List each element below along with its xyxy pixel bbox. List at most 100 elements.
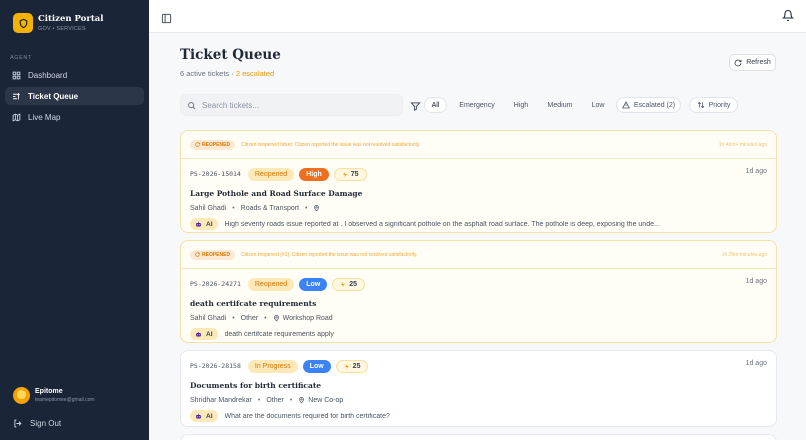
ai-summary-text: death certifcate requirements apply — [224, 330, 334, 338]
reopened-tag: REOPENED — [190, 249, 236, 260]
ai-badge: AI — [190, 410, 218, 422]
refresh-icon — [734, 59, 742, 66]
refresh-icon — [195, 252, 200, 257]
ai-summary-text: High severity roads issue reported at . … — [224, 220, 660, 228]
ticket-title[interactable]: Documents for birth certificate — [190, 381, 767, 390]
refresh-icon — [195, 142, 200, 147]
reopened-banner: REOPENED Citizen reopened (#1): Citizen … — [181, 241, 776, 269]
score-badge: 75 — [333, 167, 367, 181]
ticket-location: New Co-op — [308, 396, 344, 404]
lightning-icon — [342, 171, 347, 177]
filter-all[interactable]: All — [424, 97, 447, 113]
ticket-summary: 6 active tickets · 2 escalated — [180, 69, 275, 78]
filter-low[interactable]: Low — [586, 97, 610, 113]
filter-emergency[interactable]: Emergency — [453, 97, 501, 113]
ticket-title[interactable]: Large Pothole and Road Surface Damage — [190, 189, 767, 198]
robot-icon — [196, 331, 201, 337]
sidebar-item-ticket-queue[interactable]: Ticket Queue — [5, 87, 144, 105]
sidebar-section-label: AGENT — [10, 55, 32, 61]
map-icon — [12, 112, 21, 122]
user-profile[interactable]: Epitome teamepitomee@gmail.com — [13, 387, 95, 404]
ticket-card[interactable]: REOPENED Citizen reopened (#1): Citizen … — [180, 240, 777, 343]
ticket-meta: Sahil Ghadi • Roads & Transport • — [190, 204, 767, 212]
avatar — [13, 387, 30, 404]
priority-badge: High — [299, 167, 329, 181]
brand-subtitle: GOV • SERVICES — [38, 26, 86, 32]
ai-summary-row: AI death certifcate requirements apply — [190, 328, 767, 340]
active-count: 6 active tickets — [180, 69, 230, 78]
robot-icon — [196, 221, 201, 227]
brand-title: Citizen Portal — [38, 14, 104, 24]
priority-badge: Low — [302, 359, 331, 373]
reopened-reason: Citizen reopened ticket: Citizen reporte… — [241, 141, 421, 148]
search-icon — [188, 101, 196, 109]
ticket-reporter: Sahil Ghadi — [190, 204, 227, 212]
search-input[interactable] — [202, 100, 392, 110]
sort-priority-button[interactable]: Priority — [689, 97, 738, 113]
ticket-id: PS-2026-24271 — [190, 280, 241, 288]
page-title: Ticket Queue — [180, 47, 281, 63]
refresh-label: Refresh — [746, 59, 771, 66]
ticket-category: Other — [266, 396, 284, 404]
ai-summary-row: AI High severity roads issue reported at… — [190, 218, 767, 230]
ticket-location: Workshop Road — [282, 314, 333, 322]
location-pin-icon — [299, 397, 305, 404]
ticket-card[interactable] — [180, 434, 777, 440]
ticket-time: 1d ago — [745, 360, 767, 367]
location-pin-icon — [273, 315, 279, 322]
sidebar: Citizen Portal GOV • SERVICES AGENT Dash… — [0, 0, 149, 440]
reopened-reason: Citizen reopened (#1): Citizen reported … — [241, 251, 418, 258]
ticket-id: PS-2026-28158 — [190, 362, 241, 370]
user-email: teamepitomee@gmail.com — [35, 397, 95, 403]
filter-escalated[interactable]: Escalated (2) — [616, 97, 681, 113]
escalated-count: 2 escalated — [235, 69, 275, 78]
ticket-time: 1d ago — [745, 168, 767, 175]
sidebar-nav: Dashboard Ticket Queue Live Map — [5, 66, 144, 129]
sidebar-item-label: Live Map — [28, 112, 61, 122]
sidebar-item-label: Dashboard — [28, 70, 68, 80]
filter-icon[interactable] — [410, 99, 421, 111]
score-badge: 25 — [332, 277, 365, 291]
reopened-banner: REOPENED Citizen reopened ticket: Citize… — [181, 131, 776, 159]
ai-summary-text: What are the documents required for birt… — [224, 412, 390, 420]
top-bar — [149, 0, 806, 33]
ai-badge: AI — [190, 328, 218, 340]
lightning-icon — [344, 363, 349, 369]
ticket-reporter: Shridhar Mandrekar — [190, 396, 252, 404]
ticket-card[interactable]: REOPENED Citizen reopened ticket: Citize… — [180, 130, 777, 233]
sidebar-toggle-icon[interactable] — [161, 11, 172, 24]
sign-out-label: Sign Out — [30, 419, 62, 428]
ai-summary-row: AI What are the documents required for b… — [190, 410, 767, 422]
ticket-meta: Shridhar Mandrekar • Other • New Co-op — [190, 396, 344, 404]
reopened-time: 1h 40m+ minutes ago — [718, 141, 767, 148]
grid-icon — [12, 71, 21, 80]
score-badge: 25 — [335, 359, 369, 373]
ticket-card[interactable]: PS-2026-28158 In Progress Low 25 1d ago … — [180, 350, 777, 427]
sidebar-item-dashboard[interactable]: Dashboard — [5, 66, 144, 84]
filter-high[interactable]: High — [508, 97, 534, 113]
refresh-button[interactable]: Refresh — [729, 54, 776, 71]
sort-icon — [697, 101, 704, 109]
ticket-title[interactable]: death certifcate requirements — [190, 299, 767, 308]
user-name: Epitome — [35, 388, 63, 395]
search-box[interactable] — [180, 94, 403, 116]
priority-badge: Low — [299, 277, 328, 291]
reopened-time: 1h 29m minutes ago — [721, 251, 767, 258]
ticket-category: Roads & Transport — [240, 204, 300, 212]
lightning-icon — [341, 281, 345, 287]
ai-badge: AI — [190, 218, 218, 230]
status-badge: Reopened — [247, 167, 295, 181]
sign-out-button[interactable]: Sign Out — [13, 419, 61, 428]
bell-icon[interactable] — [781, 9, 795, 22]
status-badge: In Progress — [247, 359, 298, 373]
sidebar-item-live-map[interactable]: Live Map — [5, 108, 144, 126]
ticket-time: 1d ago — [745, 278, 767, 285]
ticket-category: Other — [240, 314, 259, 322]
status-badge: Reopened — [247, 277, 295, 291]
list-filter-icon — [12, 92, 21, 101]
brand[interactable]: Citizen Portal GOV • SERVICES — [13, 13, 104, 33]
filter-medium[interactable]: Medium — [542, 97, 578, 113]
ticket-id: PS-2026-15014 — [190, 170, 241, 178]
location-pin-icon — [314, 205, 320, 212]
shield-icon — [13, 13, 33, 33]
